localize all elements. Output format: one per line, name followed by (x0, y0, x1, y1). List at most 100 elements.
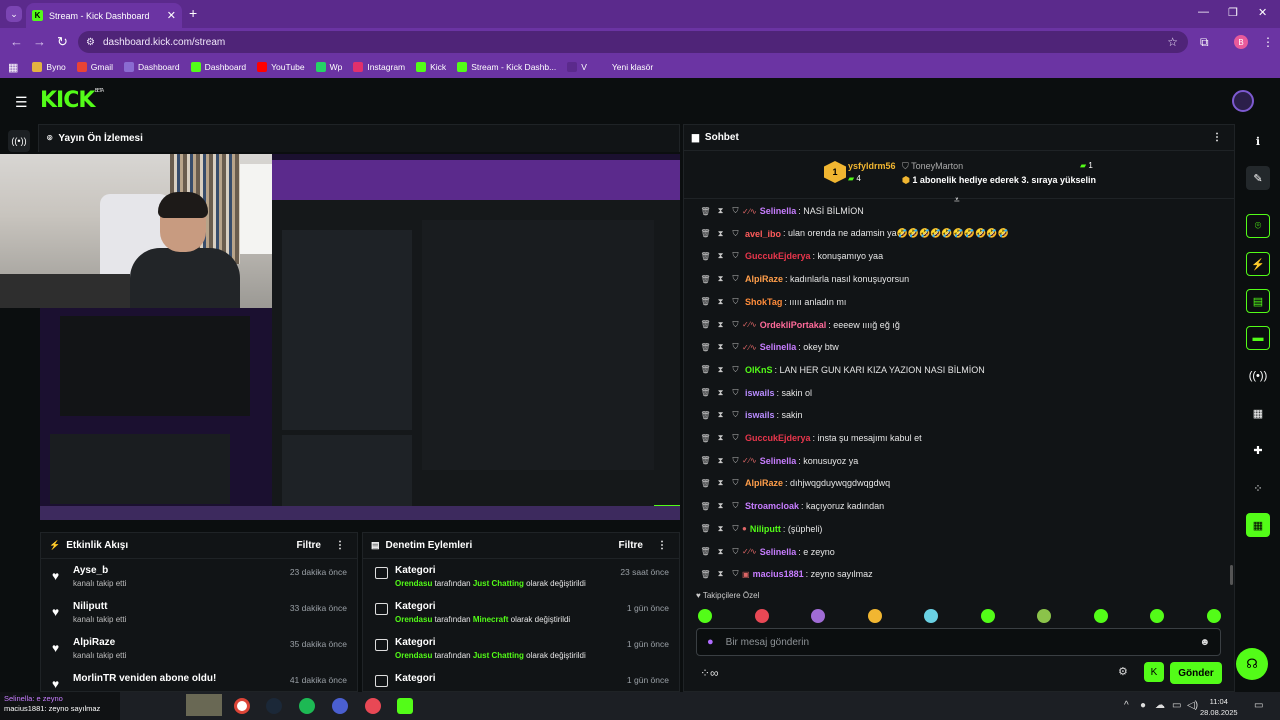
recipient-name[interactable]: ToneyMarton (911, 161, 963, 171)
delete-message-icon[interactable]: 🗑 (699, 479, 712, 488)
menu-hamburger-icon[interactable]: ☰ (15, 94, 28, 111)
emote-icon[interactable] (867, 609, 882, 623)
chat-message[interactable]: 🗑 ⧗ ⛉ ✓∕∿ OrdekliPortakal: eeeew ıııığ eğ ığ (684, 314, 1234, 336)
chat-settings-icon[interactable]: ⚙ (1118, 665, 1128, 678)
delete-message-icon[interactable]: 🗑 (699, 456, 712, 465)
timeout-icon[interactable]: ⧗ (714, 206, 727, 216)
chat-username[interactable]: OlKnS (745, 365, 773, 375)
chat-message[interactable]: 🗑 ⧗ ⛉ ● Niliputt: (şüpheli) (684, 518, 1234, 540)
chat-input[interactable]: ● Bir mesaj gönderin ☻ (696, 628, 1221, 656)
delete-message-icon[interactable]: 🗑 (699, 275, 712, 284)
ban-shield-icon[interactable]: ⛉ (729, 342, 742, 352)
moderation-row[interactable]: Kategori Orendasu tarafından Just Chattin… (363, 559, 679, 595)
bookmark-item[interactable]: Yeni klasör (597, 62, 653, 72)
chat-message[interactable]: 🗑 ⧗ ⛉ ✓∕∿ Selinella: NASİ BİLMİON (684, 200, 1234, 222)
new-tab-button[interactable]: + (189, 5, 197, 21)
moderation-row[interactable]: Kategori Orendasu tarafından Just Chattin… (363, 631, 679, 667)
preview-toggle-icon[interactable]: ⌾ (1246, 214, 1270, 238)
broadcast-icon[interactable]: ((•)) (1246, 364, 1270, 388)
chat-message[interactable]: 🗑 ⧗ ⛉ iswails: sakin ol (684, 382, 1234, 404)
gifter-name[interactable]: ysfyldrm56 (848, 161, 896, 171)
chat-username[interactable]: Stroamcloak (745, 501, 799, 511)
emote-icon[interactable] (811, 609, 825, 623)
user-avatar[interactable] (1232, 90, 1254, 112)
close-window-button[interactable]: ✕ (1258, 6, 1267, 19)
ban-shield-icon[interactable]: ⛉ (729, 456, 742, 466)
ban-shield-icon[interactable]: ⛉ (729, 229, 742, 239)
delete-message-icon[interactable]: 🗑 (699, 388, 712, 397)
emote-icon[interactable] (698, 609, 712, 623)
chat-message[interactable]: 🗑 ⧗ ⛉ ShokTag: ııııı anladın mı (684, 291, 1234, 313)
quick-actions-bolt-icon[interactable]: ⚡ (1246, 252, 1270, 276)
activity-row[interactable]: ♥ Niliputt kanalı takip etti 33 dakika önce (41, 595, 357, 631)
chat-message[interactable]: 🗑 ⧗ ⛉ GuccukEjderya: konuşamıyo yaa (684, 245, 1234, 267)
bookmark-item[interactable]: V (567, 62, 587, 72)
chat-message[interactable]: 🗑 ⧗ ⛉ ▣ macius1881: zeyno sayılmaz (684, 563, 1234, 585)
ban-shield-icon[interactable]: ⛉ (729, 297, 742, 307)
chat-message[interactable]: 🗑 ⧗ ⛉ avel_ibo: ulan orenda ne adamsin ya🤣🤣… (684, 223, 1234, 245)
network-tray-icon[interactable]: ▭ (1172, 700, 1181, 711)
browser-tab[interactable]: K Stream - Kick Dashboard ✕ (26, 3, 182, 28)
chat-username[interactable]: Niliputt (750, 524, 781, 534)
kick-logo[interactable]: KICKBETA (40, 88, 104, 113)
reload-button[interactable]: ↻ (57, 34, 68, 50)
delete-message-icon[interactable]: 🗑 (699, 343, 712, 352)
notification-center-icon[interactable]: ▭ (1254, 700, 1263, 711)
ban-shield-icon[interactable]: ⛉ (729, 320, 742, 330)
support-chat-button[interactable]: ☊ (1236, 648, 1268, 680)
chat-message[interactable]: 🗑 ⧗ ⛉ ✓∕∿ Selinella: konusuyoz ya (684, 450, 1234, 472)
activity-filter-button[interactable]: Filtre (297, 540, 321, 551)
activity-row[interactable]: ♥ Ayse_b kanalı takip etti 23 dakika önce (41, 559, 357, 595)
clip-icon[interactable]: ▦ (1246, 513, 1270, 537)
timeout-icon[interactable]: ⧗ (714, 320, 727, 330)
taskbar-clock[interactable]: 11:04 28.08.2025 (1200, 696, 1238, 718)
bookmark-item[interactable]: Byno (32, 62, 66, 72)
spotify-taskbar-icon[interactable] (299, 698, 315, 714)
integrations-icon[interactable]: ⁘ (1246, 476, 1270, 500)
tab-close-icon[interactable]: ✕ (167, 9, 176, 22)
timeout-icon[interactable]: ⧗ (714, 251, 727, 261)
delete-message-icon[interactable]: 🗑 (699, 365, 712, 374)
edit-pencil-icon[interactable]: ✎ (1246, 166, 1270, 190)
url-field[interactable]: ⚙ dashboard.kick.com/stream ☆ (78, 31, 1188, 53)
kick-taskbar-icon[interactable] (397, 698, 413, 714)
chat-username[interactable]: iswails (745, 410, 775, 420)
delete-message-icon[interactable]: 🗑 (699, 229, 712, 238)
site-info-icon[interactable]: ⚙ (86, 37, 95, 48)
moderation-filter-button[interactable]: Filtre (619, 540, 643, 551)
chat-more-icon[interactable]: ⋮ (1212, 132, 1222, 143)
emote-icon[interactable] (924, 609, 938, 623)
delete-message-icon[interactable]: 🗑 (699, 524, 712, 533)
apps-grid-icon[interactable]: ▦ (8, 61, 18, 74)
bookmark-item[interactable]: Wp (315, 62, 342, 72)
bookmark-item[interactable]: Dashboard (190, 62, 246, 72)
kick-points-icon[interactable]: ⁘∞ (700, 666, 719, 680)
chat-username[interactable]: GuccukEjderya (745, 433, 811, 443)
microphone-icon[interactable]: ● (707, 636, 714, 648)
delete-message-icon[interactable]: 🗑 (699, 297, 712, 306)
layout-icon[interactable]: ▦ (1246, 401, 1270, 425)
moderation-row[interactable]: Kategori Orendasu tarafından Minecraft ol… (363, 595, 679, 631)
app-taskbar-icon[interactable] (332, 698, 348, 714)
chat-username[interactable]: AlpiRaze (745, 478, 783, 488)
ban-shield-icon[interactable]: ⛉ (729, 251, 742, 261)
timeout-icon[interactable]: ⧗ (714, 388, 727, 398)
timeout-icon[interactable]: ⧗ (714, 297, 727, 307)
bookmark-item[interactable]: YouTube (257, 62, 305, 72)
chat-message[interactable]: 🗑 ⧗ ⛉ iswails: sakin (684, 404, 1234, 426)
stream-status-icon[interactable]: ((•)) (8, 130, 30, 152)
steam-taskbar-icon[interactable] (266, 698, 282, 714)
chat-username[interactable]: macius1881 (753, 569, 804, 579)
ban-shield-icon[interactable]: ⛉ (729, 206, 742, 216)
bookmark-item[interactable]: Dashboard (123, 62, 180, 72)
ban-shield-icon[interactable]: ⛉ (729, 547, 742, 557)
bookmark-item[interactable]: Stream - Kick Dashb... (457, 62, 556, 72)
timeout-icon[interactable]: ⧗ (714, 365, 727, 375)
emote-icon[interactable] (1037, 609, 1051, 623)
activity-row[interactable]: ♥ AlpiRaze kanalı takip etti 35 dakika önce (41, 631, 357, 667)
send-button[interactable]: Gönder (1170, 662, 1222, 684)
chat-username[interactable]: Selinella (760, 206, 797, 216)
chat-toggle-icon[interactable]: ▬ (1246, 326, 1270, 350)
bookmark-item[interactable]: Instagram (353, 62, 405, 72)
chat-username[interactable]: Selinella (760, 342, 797, 352)
